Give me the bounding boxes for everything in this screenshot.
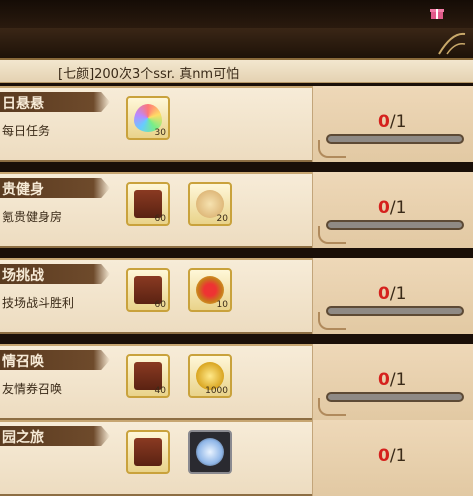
progress-bar: [326, 134, 464, 144]
reward-item[interactable]: [188, 430, 232, 474]
task-description: 每日任务: [2, 124, 51, 138]
reward-item[interactable]: 40: [126, 354, 170, 398]
progress-counter: 0/1: [378, 198, 406, 218]
reward-item[interactable]: 1000: [188, 354, 232, 398]
task-title: 日悬悬: [2, 96, 44, 112]
reward-item[interactable]: 30: [126, 96, 170, 140]
gem-pile-icon: [196, 438, 224, 466]
progress-bar: [326, 392, 464, 402]
progress-total: /1: [389, 370, 407, 390]
task-description: 氪贵健身房: [2, 210, 63, 224]
progress-total: /1: [389, 198, 407, 218]
progress-counter: 0/1: [378, 112, 406, 132]
progress-done: 0: [378, 198, 390, 218]
reward-quantity: 10: [216, 300, 228, 310]
progress-counter: 0/1: [378, 370, 406, 390]
task-title: 贵健身: [2, 182, 44, 198]
progress-done: 0: [378, 112, 390, 132]
reward-quantity: 20: [216, 214, 228, 224]
progress-done: 0: [378, 446, 390, 466]
task-row[interactable]: 情召唤 友情券召唤 40 1000 0/1: [0, 344, 473, 420]
reward-quantity: 40: [154, 386, 166, 396]
reward-quantity: 30: [154, 128, 166, 138]
reward-item[interactable]: 60: [126, 182, 170, 226]
task-description: 技场战斗胜利: [2, 296, 75, 310]
exp-book-icon: [134, 438, 162, 466]
reward-quantity: 1000: [205, 386, 228, 396]
task-row[interactable]: 贵健身 氪贵健身房 60 20 0/1: [0, 172, 473, 248]
gift-icon[interactable]: [430, 6, 444, 20]
progress-bar: [326, 306, 464, 316]
ornament-icon: [438, 32, 466, 55]
reward-item[interactable]: 20: [188, 182, 232, 226]
top-status-bar: [0, 0, 473, 28]
panel-header: [0, 28, 473, 60]
task-title: 情召唤: [2, 354, 44, 370]
task-title: 园之旅: [2, 430, 44, 446]
task-description: 友情券召唤: [2, 382, 63, 396]
task-row[interactable]: 园之旅 0/1: [0, 420, 473, 496]
progress-counter: 0/1: [378, 284, 406, 304]
progress-done: 0: [378, 370, 390, 390]
reward-item[interactable]: 60: [126, 268, 170, 312]
task-title: 场挑战: [2, 268, 44, 284]
reward-item[interactable]: 10: [188, 268, 232, 312]
progress-total: /1: [389, 112, 407, 132]
task-row[interactable]: 日悬悬 每日任务 30 0/1: [0, 86, 473, 162]
reward-quantity: 60: [154, 214, 166, 224]
progress-total: /1: [389, 284, 407, 304]
reward-quantity: 60: [154, 300, 166, 310]
chat-ticker[interactable]: [七颜]200次3个ssr. 真nm可怕: [0, 60, 473, 83]
progress-counter: 0/1: [378, 446, 406, 466]
progress-total: /1: [389, 446, 407, 466]
progress-done: 0: [378, 284, 390, 304]
reward-item[interactable]: [126, 430, 170, 474]
progress-bar: [326, 220, 464, 230]
task-row[interactable]: 场挑战 技场战斗胜利 60 10 0/1: [0, 258, 473, 334]
chat-message: [七颜]200次3个ssr. 真nm可怕: [58, 67, 240, 82]
